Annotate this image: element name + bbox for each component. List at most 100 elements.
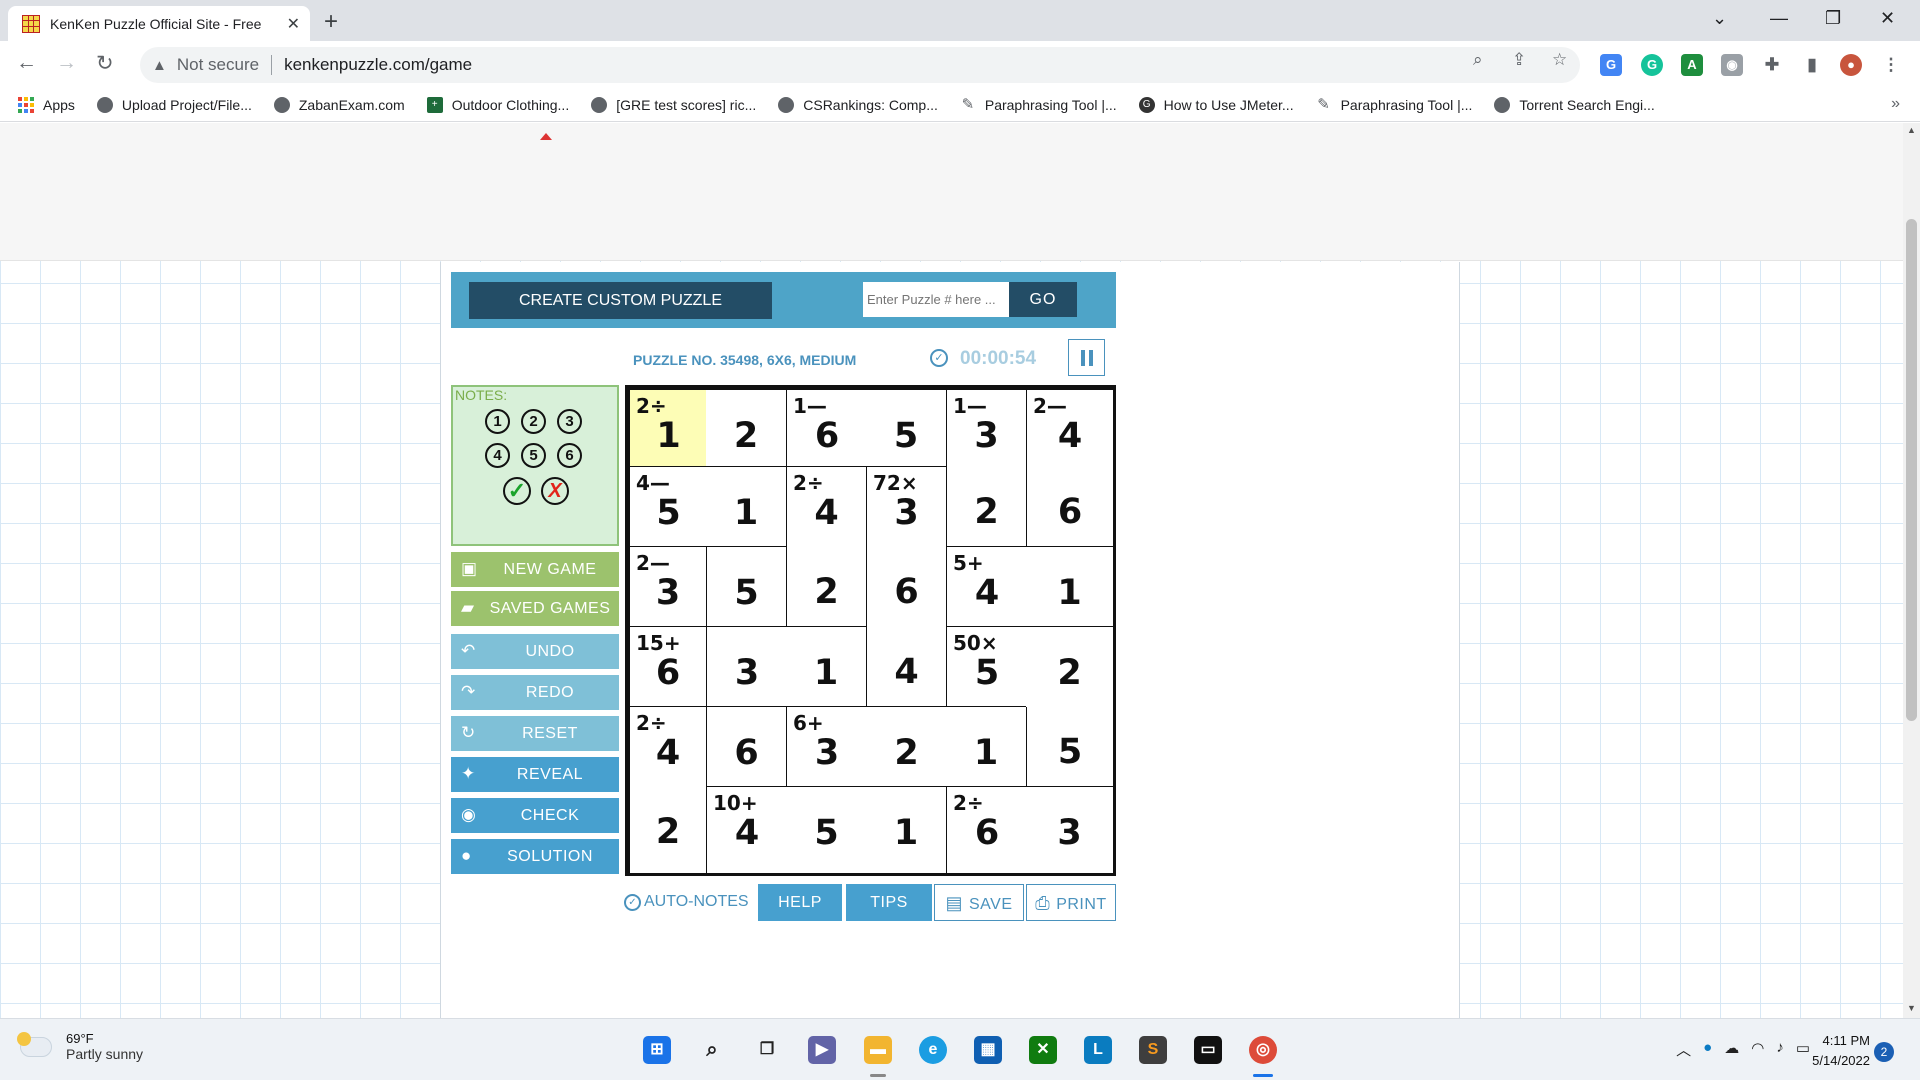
grid-cell[interactable]: 2÷ 4: [787, 467, 866, 547]
onedrive-cloud-icon[interactable]: ☁: [1724, 1039, 1739, 1060]
warning-icon[interactable]: ▲: [152, 57, 167, 74]
grid-cell[interactable]: 1: [706, 467, 786, 546]
grid-cell[interactable]: 2: [947, 466, 1026, 546]
grid-cell[interactable]: 5: [866, 390, 946, 466]
reload-icon[interactable]: ↻: [96, 51, 114, 76]
save-button[interactable]: ▤ SAVE: [934, 884, 1024, 921]
reveal-button[interactable]: ✦ REVEAL: [451, 757, 619, 792]
reset-button[interactable]: ↻ RESET: [451, 716, 619, 751]
bookmark-item[interactable]: Torrent Search Engi...: [1494, 97, 1655, 113]
back-arrow-icon[interactable]: ←: [16, 51, 37, 75]
grid-cell[interactable]: 3: [1026, 787, 1113, 873]
puzzle-number-input[interactable]: [863, 282, 1009, 317]
grid-cell[interactable]: 1: [866, 787, 946, 873]
xbox-icon[interactable]: ✕: [1029, 1036, 1057, 1064]
teams-chat-icon[interactable]: ▶: [808, 1036, 836, 1064]
grid-cell[interactable]: 2: [1026, 627, 1113, 707]
grid-cell[interactable]: 5: [786, 787, 867, 873]
menu-kebab-icon[interactable]: ⋮: [1880, 54, 1902, 76]
address-bar[interactable]: ▲ Not secure kenkenpuzzle.com/game: [140, 47, 1580, 83]
note-number-button[interactable]: 6: [557, 443, 582, 468]
translate-extension-icon[interactable]: G: [1600, 54, 1622, 76]
scroll-down-icon[interactable]: ▼: [1907, 1003, 1916, 1013]
grid-cell[interactable]: 2— 4: [1027, 390, 1113, 467]
bookmark-item[interactable]: ZabanExam.com: [273, 97, 405, 113]
grid-cell[interactable]: 6+ 3: [787, 707, 867, 786]
pause-button[interactable]: [1068, 339, 1105, 376]
grid-cell[interactable]: 4— 5: [630, 467, 707, 546]
go-button[interactable]: GO: [1009, 282, 1077, 317]
weather-widget[interactable]: 69°F Partly sunny: [17, 1031, 143, 1062]
side-panel-icon[interactable]: ▮: [1801, 54, 1823, 76]
tips-button[interactable]: TIPS: [846, 884, 932, 921]
grid-cell[interactable]: 6: [867, 546, 946, 627]
scroll-up-icon[interactable]: ▲: [1907, 125, 1916, 135]
grid-cell[interactable]: 5: [1027, 706, 1113, 786]
browser-tab[interactable]: KenKen Puzzle Official Site - Free ✕: [8, 6, 310, 41]
grid-cell[interactable]: 15+ 6: [630, 627, 706, 706]
grid-cell[interactable]: 72× 3: [867, 467, 946, 547]
profile-avatar[interactable]: ●: [1840, 54, 1862, 76]
grid-cell[interactable]: 2: [787, 546, 866, 626]
grid-cell[interactable]: 1: [946, 707, 1026, 786]
terminal-icon[interactable]: ▭: [1194, 1036, 1222, 1064]
tab-search-icon[interactable]: ⌄: [1712, 8, 1727, 29]
grid-cell[interactable]: 2: [866, 707, 947, 786]
grid-cell[interactable]: 1: [1026, 547, 1113, 626]
bookmark-item[interactable]: ✎ Paraphrasing Tool |...: [1316, 97, 1472, 114]
camera-extension-icon[interactable]: ◉: [1721, 54, 1743, 76]
note-number-button[interactable]: 4: [485, 443, 510, 468]
show-hidden-icons-chevron-icon[interactable]: ︿: [1676, 1039, 1691, 1060]
auto-notes-toggle[interactable]: ✓ AUTO-NOTES: [624, 893, 749, 911]
store-icon[interactable]: ▦: [974, 1036, 1002, 1064]
extensions-puzzle-icon[interactable]: ✚: [1761, 54, 1783, 76]
volume-icon[interactable]: ♪: [1776, 1039, 1784, 1060]
file-explorer-icon[interactable]: ▬: [864, 1036, 892, 1064]
url-text[interactable]: kenkenpuzzle.com/game: [284, 55, 472, 75]
new-game-button[interactable]: ▣ NEW GAME: [451, 552, 619, 587]
grid-cell[interactable]: 6: [1027, 466, 1113, 546]
note-number-button[interactable]: 2: [521, 409, 546, 434]
notification-badge[interactable]: 2: [1874, 1042, 1894, 1062]
bookmark-item[interactable]: Apps: [18, 97, 75, 113]
undo-button[interactable]: ↶ UNDO: [451, 634, 619, 669]
l-app-icon[interactable]: L: [1084, 1036, 1112, 1064]
grid-cell[interactable]: 10+ 4: [707, 787, 787, 873]
grid-cell[interactable]: 4: [867, 626, 946, 706]
search-icon[interactable]: ⌕: [698, 1036, 726, 1064]
grid-cell[interactable]: 50× 5: [947, 627, 1027, 706]
grid-cell[interactable]: 2: [630, 786, 706, 873]
bookmark-star-icon[interactable]: ☆: [1552, 50, 1567, 70]
maximize-button[interactable]: ❐: [1825, 8, 1841, 29]
grid-cell[interactable]: 2÷ 6: [947, 787, 1027, 873]
task-view-icon[interactable]: ❐: [753, 1036, 781, 1064]
grid-cell[interactable]: 1— 3: [947, 390, 1026, 467]
grid-cell[interactable]: 2: [706, 390, 786, 466]
grid-cell[interactable]: 2— 3: [630, 547, 706, 626]
grid-cell[interactable]: 2÷ 4: [630, 707, 706, 787]
grid-cell[interactable]: 1: [786, 627, 866, 706]
help-button[interactable]: HELP: [758, 884, 842, 921]
grid-cell[interactable]: 6: [707, 707, 786, 786]
grammarly-extension-icon[interactable]: G: [1641, 54, 1663, 76]
note-number-button[interactable]: 5: [521, 443, 546, 468]
scrollbar-thumb[interactable]: [1906, 219, 1917, 721]
drive-extension-icon[interactable]: A: [1681, 54, 1703, 76]
bookmark-item[interactable]: G How to Use JMeter...: [1138, 97, 1294, 113]
sublime-text-icon[interactable]: S: [1139, 1036, 1167, 1064]
grid-cell[interactable]: 3: [707, 627, 787, 706]
close-tab-icon[interactable]: ✕: [287, 14, 300, 34]
bookmark-item[interactable]: [GRE test scores] ric...: [591, 97, 756, 113]
zoom-icon[interactable]: ⌕: [1473, 50, 1483, 70]
notes-confirm-button[interactable]: ✓: [503, 477, 531, 505]
minimize-button[interactable]: —: [1770, 8, 1788, 29]
l-tray-icon[interactable]: ●: [1703, 1039, 1712, 1060]
bookmark-item[interactable]: Upload Project/File...: [96, 97, 252, 113]
chrome-icon[interactable]: ◎: [1249, 1036, 1277, 1064]
bookmark-item[interactable]: CSRankings: Comp...: [778, 97, 938, 113]
bookmarks-overflow-button[interactable]: »: [1891, 95, 1900, 113]
grid-cell[interactable]: 5+ 4: [947, 547, 1027, 626]
grid-cell[interactable]: 1— 6: [787, 390, 867, 466]
grid-cell[interactable]: 2÷ 1: [630, 390, 707, 466]
page-scrollbar[interactable]: ▲ ▼: [1903, 123, 1920, 1018]
